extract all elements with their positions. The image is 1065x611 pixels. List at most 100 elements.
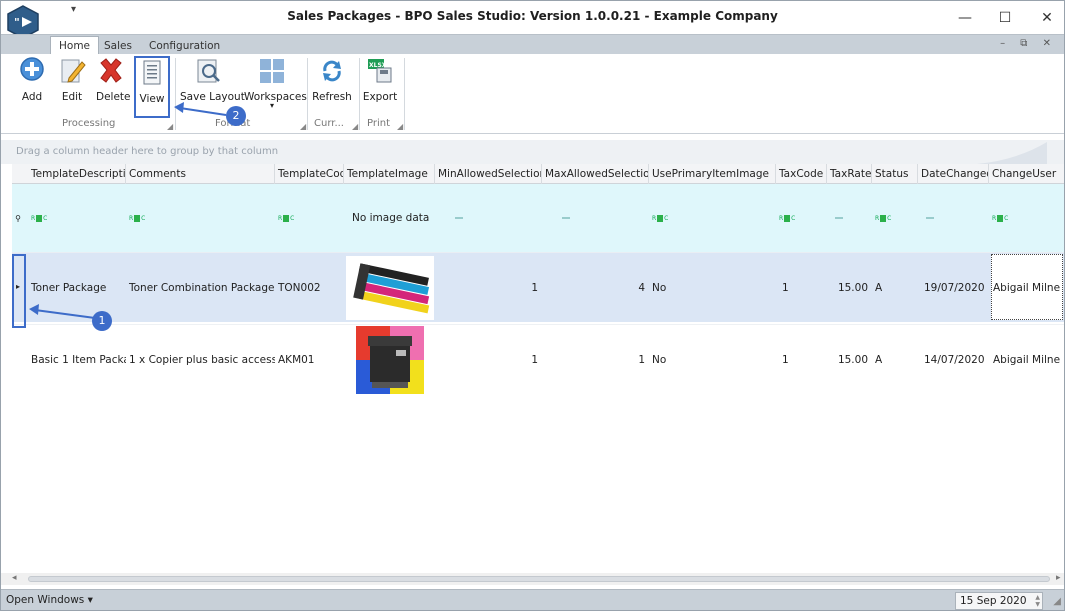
- format-launcher-icon[interactable]: ◢: [300, 122, 306, 131]
- view-button[interactable]: View: [134, 56, 170, 118]
- current-launcher-icon[interactable]: ◢: [352, 122, 358, 131]
- edit-button[interactable]: Edit: [56, 56, 88, 112]
- cell-taxcode[interactable]: 1: [776, 253, 827, 322]
- column-header-minallowedselections[interactable]: MinAllowedSelections: [435, 164, 542, 184]
- delete-button[interactable]: Delete: [96, 56, 131, 112]
- edit-icon: [61, 59, 86, 83]
- column-header-datechanged[interactable]: DateChanged: [918, 164, 989, 184]
- column-header-taxcode[interactable]: TaxCode: [776, 164, 827, 184]
- toner-cartridges-image: [346, 255, 434, 320]
- table-row[interactable]: ▸ Toner Package Toner Combination Packag…: [12, 252, 1065, 322]
- workspaces-button[interactable]: Workspaces ▾: [244, 56, 307, 112]
- tab-sales[interactable]: Sales: [96, 38, 140, 55]
- filter-templateimage[interactable]: No image data: [344, 184, 435, 252]
- filter-templatecode[interactable]: RC: [275, 184, 344, 252]
- filter-taxrate[interactable]: [827, 184, 872, 252]
- cell-changeuser[interactable]: Abigail Milne: [989, 253, 1065, 322]
- filter-minallowedselections[interactable]: [435, 184, 542, 252]
- cell-status[interactable]: A: [872, 253, 918, 322]
- cell-changeuser[interactable]: Abigail Milne: [989, 325, 1065, 394]
- cell-datechanged[interactable]: 14/07/2020: [918, 325, 989, 394]
- filter-status[interactable]: RC: [872, 184, 918, 252]
- cell-taxrate[interactable]: 15.00: [827, 325, 872, 394]
- column-header-useprimaryitemimage[interactable]: UsePrimaryItemImage: [649, 164, 776, 184]
- table-row[interactable]: Basic 1 Item Package 1 x Copier plus bas…: [12, 324, 1065, 394]
- horizontal-scrollbar[interactable]: ◂ ▸: [0, 573, 1065, 585]
- auto-filter-row: ⚲ RC RC RC No image data RC RC RC RC: [12, 184, 1065, 252]
- filter-comments[interactable]: RC: [126, 184, 275, 252]
- column-header-templateimage[interactable]: TemplateImage: [344, 164, 435, 184]
- cell-minallowedselections[interactable]: 1: [435, 325, 542, 394]
- filter-useprimaryitemimage[interactable]: RC: [649, 184, 776, 252]
- no-image-data-text: No image data: [352, 212, 430, 224]
- refresh-button[interactable]: Refresh: [312, 56, 352, 112]
- cell-useprimaryitemimage[interactable]: No: [649, 325, 776, 394]
- cell-maxallowedselections[interactable]: 4: [542, 253, 649, 322]
- cell-status[interactable]: A: [872, 325, 918, 394]
- column-header-changeuser[interactable]: ChangeUser: [989, 164, 1065, 184]
- filter-changeuser[interactable]: RC: [989, 184, 1065, 252]
- copier-image: [356, 325, 424, 394]
- filter-maxallowedselections[interactable]: [542, 184, 649, 252]
- close-button[interactable]: ✕: [1032, 6, 1062, 30]
- export-button[interactable]: XLSX Export: [362, 56, 398, 112]
- export-label: Export: [362, 91, 398, 103]
- scroll-left-icon[interactable]: ◂: [12, 573, 17, 583]
- filter-datechanged[interactable]: [918, 184, 989, 252]
- text-filter-icon: RC: [875, 214, 892, 222]
- date-spinner-icon[interactable]: ▲ ▼: [1035, 594, 1040, 608]
- title-bar: " ▾ Sales Packages - BPO Sales Studio: V…: [0, 0, 1065, 39]
- cell-templatecode[interactable]: TON002: [275, 253, 344, 322]
- add-label: Add: [21, 91, 43, 103]
- tab-configuration[interactable]: Configuration: [141, 38, 228, 55]
- group-by-panel[interactable]: Drag a column header here to group by th…: [0, 140, 1065, 164]
- cell-templatedescription[interactable]: Toner Package: [28, 253, 126, 322]
- group-current-label: Curr...: [314, 118, 344, 129]
- column-header-maxallowedselections[interactable]: MaxAllowedSelections: [542, 164, 649, 184]
- cell-useprimaryitemimage[interactable]: No: [649, 253, 776, 322]
- mdi-window-controls[interactable]: – ⧉ ✕: [1000, 38, 1057, 49]
- view-document-icon: [143, 60, 161, 85]
- cell-maxallowedselections[interactable]: 1: [542, 325, 649, 394]
- text-filter-icon: RC: [779, 214, 796, 222]
- processing-launcher-icon[interactable]: ◢: [167, 122, 173, 131]
- workspaces-caret-icon: ▾: [269, 101, 274, 110]
- cell-taxcode[interactable]: 1: [776, 325, 827, 394]
- column-header-comments[interactable]: Comments: [126, 164, 275, 184]
- group-separator: [307, 58, 308, 130]
- column-header-templatedescription[interactable]: TemplateDescription: [28, 164, 126, 184]
- cell-templateimage[interactable]: [344, 325, 435, 394]
- filter-templatedescription[interactable]: RC: [28, 184, 126, 252]
- view-label: View: [139, 93, 165, 105]
- print-launcher-icon[interactable]: ◢: [397, 122, 403, 131]
- column-header-templatecode[interactable]: TemplateCode: [275, 164, 344, 184]
- cell-comments[interactable]: 1 x Copier plus basic accessories: [126, 325, 275, 394]
- column-header-status[interactable]: Status: [872, 164, 918, 184]
- text-filter-icon: RC: [31, 214, 48, 222]
- tab-home[interactable]: Home: [50, 36, 100, 55]
- status-date-field[interactable]: 15 Sep 2020 ▲ ▼: [955, 592, 1043, 610]
- refresh-label: Refresh: [312, 91, 352, 103]
- cell-templatedescription[interactable]: Basic 1 Item Package: [28, 325, 126, 394]
- cell-datechanged[interactable]: 19/07/2020: [918, 253, 989, 322]
- maximize-button[interactable]: ☐: [990, 6, 1020, 30]
- open-windows-dropdown[interactable]: Open Windows ▾: [6, 594, 93, 606]
- annotation-marker-2: 2: [226, 106, 246, 126]
- cell-comments[interactable]: Toner Combination Package 01: [126, 253, 275, 322]
- column-header-taxrate[interactable]: TaxRate: [827, 164, 872, 184]
- scroll-right-icon[interactable]: ▸: [1056, 573, 1061, 583]
- cell-taxrate[interactable]: 15.00: [827, 253, 872, 322]
- cell-templateimage[interactable]: [344, 253, 435, 322]
- resize-grip-icon[interactable]: ◢: [1053, 596, 1061, 607]
- cell-minallowedselections[interactable]: 1: [435, 253, 542, 322]
- filter-taxcode[interactable]: RC: [776, 184, 827, 252]
- text-filter-icon: RC: [278, 214, 295, 222]
- cell-templatecode[interactable]: AKM01: [275, 325, 344, 394]
- minimize-button[interactable]: —: [950, 6, 980, 30]
- delete-label: Delete: [96, 91, 131, 103]
- scrollbar-thumb[interactable]: [28, 576, 1050, 582]
- equals-filter-icon: [835, 217, 843, 219]
- add-button[interactable]: Add: [16, 56, 48, 112]
- annotation-box-row-indicator: [12, 254, 26, 328]
- save-layout-button[interactable]: Save Layout: [180, 56, 245, 112]
